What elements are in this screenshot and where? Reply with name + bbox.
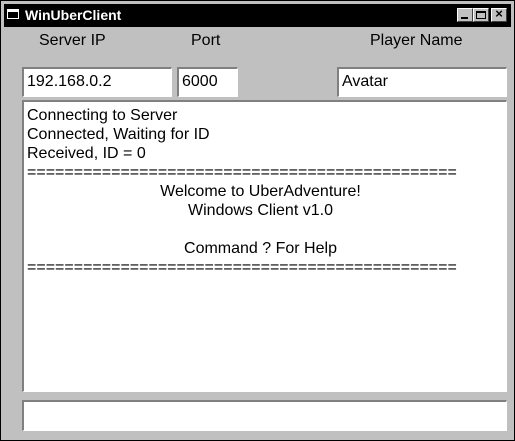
console-separator-top: ========================================…: [27, 164, 457, 181]
minimize-button[interactable]: [457, 8, 473, 22]
minimize-icon: [461, 17, 468, 19]
console-line-received-id: Received, ID = 0: [27, 145, 146, 162]
console-line-welcome: Welcome to UberAdventure!: [160, 183, 361, 200]
maximize-icon: [476, 11, 486, 19]
console-line-version: Windows Client v1.0: [188, 202, 333, 219]
close-icon: ×: [495, 6, 503, 21]
port-label: Port: [191, 32, 221, 49]
window-title: WinUberClient: [25, 7, 122, 23]
app-window: WinUberClient × Server IP Port Player Na…: [0, 0, 515, 441]
server-ip-label: Server IP: [39, 32, 106, 49]
console-line-connected: Connected, Waiting for ID: [27, 126, 210, 143]
player-name-label: Player Name: [370, 32, 463, 49]
console-output[interactable]: Connecting to Server Connected, Waiting …: [22, 100, 507, 392]
maximize-button[interactable]: [473, 8, 489, 22]
console-separator-bottom: ========================================…: [27, 259, 457, 276]
server-ip-field[interactable]: 192.168.0.2: [22, 67, 172, 97]
player-name-field[interactable]: Avatar: [337, 67, 507, 97]
port-field[interactable]: 6000: [177, 67, 238, 97]
app-window-icon[interactable]: [7, 9, 19, 19]
console-line-connecting: Connecting to Server: [27, 107, 178, 124]
console-line-help: Command ? For Help: [184, 240, 337, 257]
close-button[interactable]: ×: [491, 6, 507, 22]
title-bar[interactable]: WinUberClient ×: [4, 4, 511, 27]
command-input[interactable]: [22, 400, 507, 431]
